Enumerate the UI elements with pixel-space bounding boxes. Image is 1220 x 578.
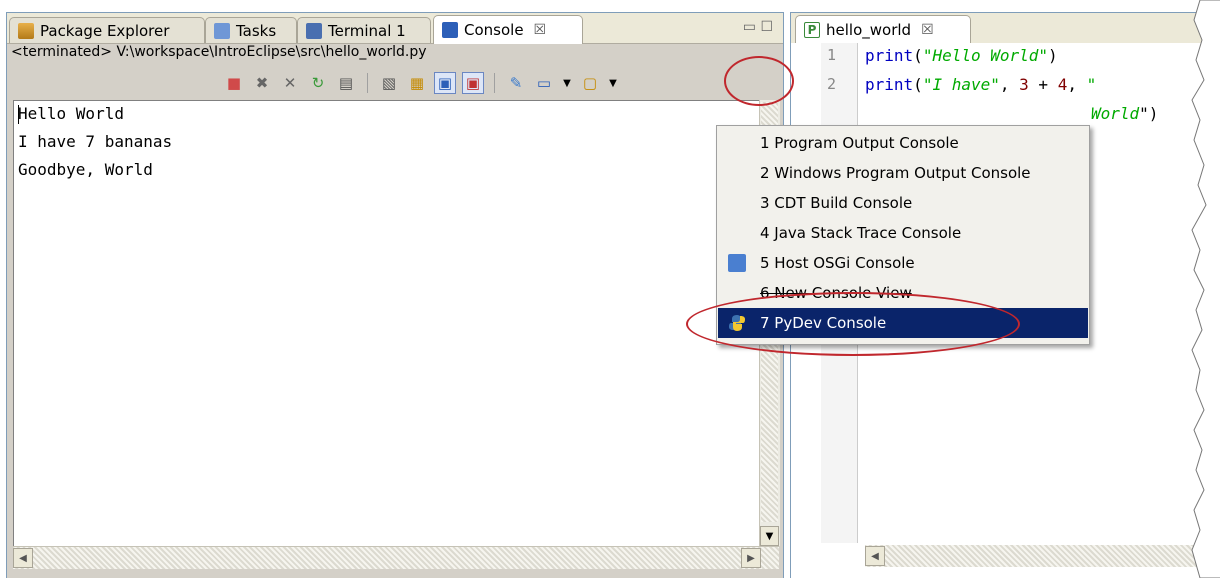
menu-item-label: 2 Windows Program Output Console [760, 164, 1031, 182]
annotation-circle-dropdown [724, 56, 794, 106]
tab-label: Terminal 1 [328, 21, 406, 40]
console-icon [442, 22, 458, 38]
toolbar-separator [494, 73, 495, 93]
scroll-lock-icon[interactable]: ▧ [378, 72, 400, 94]
tab-label: hello_world [826, 21, 912, 39]
horizontal-scrollbar[interactable]: ◀ ▶ [13, 546, 779, 569]
menu-item-program-output-console[interactable]: 1 Program Output Console [718, 128, 1088, 158]
open-console-icon[interactable]: ▢ [579, 72, 601, 94]
menu-item-windows-program-output-console[interactable]: 2 Windows Program Output Console [718, 158, 1088, 188]
console-toolbar: ■ ✖ ✕ ↻ ▤ ▧ ▦ ▣ ▣ ✎ ▭ ▼ ▢ ▼ [223, 70, 619, 96]
dropdown-arrow-icon[interactable]: ▼ [561, 72, 573, 94]
relaunch-icon[interactable]: ↻ [307, 72, 329, 94]
screenshot-frame: Package Explorer Tasks Terminal 1 Consol… [0, 0, 1220, 578]
menu-item-label: 1 Program Output Console [760, 134, 959, 152]
menu-item-label: 4 Java Stack Trace Console [760, 224, 962, 242]
display-console-icon[interactable]: ▭ [533, 72, 555, 94]
package-explorer-icon [18, 22, 34, 39]
remove-all-icon[interactable]: ✕ [279, 72, 301, 94]
line-number: 2 [827, 75, 837, 93]
tab-label: Tasks [236, 21, 277, 40]
tab-tasks[interactable]: Tasks [205, 17, 297, 43]
console-output[interactable]: Hello World I have 7 bananas Goodbye, Wo… [13, 100, 760, 547]
line-number: 1 [827, 46, 837, 64]
close-icon[interactable]: ☒ [921, 22, 934, 38]
console-line: I have 7 bananas [18, 132, 173, 151]
console-line: Goodbye, World [18, 160, 153, 179]
tab-package-explorer[interactable]: Package Explorer [9, 17, 205, 43]
scroll-down-button[interactable]: ▼ [760, 526, 779, 546]
tab-hello-world[interactable]: P hello_world ☒ [795, 15, 971, 44]
open-console-dropdown-icon[interactable]: ▼ [607, 72, 619, 94]
torn-edge-decoration [1191, 0, 1220, 578]
tab-console[interactable]: Console ☒ [433, 15, 583, 44]
code-line: print("I have", 3 + 4, " [865, 75, 1096, 94]
clear-console-icon[interactable]: ▤ [335, 72, 357, 94]
left-tab-bar: Package Explorer Tasks Terminal 1 Consol… [7, 13, 783, 44]
editor-tab-bar: P hello_world ☒ [791, 13, 1220, 44]
console-status-line: <terminated> V:\workspace\IntroEclipse\s… [11, 44, 427, 60]
tab-label: Package Explorer [40, 21, 170, 40]
annotation-circle-pydev [686, 292, 1020, 356]
view-controls[interactable]: ▭ ☐ [743, 19, 773, 35]
menu-item-host-osgi-console[interactable]: 5 Host OSGi Console [718, 248, 1088, 278]
tasks-icon [214, 22, 230, 39]
scroll-left-button[interactable]: ◀ [865, 546, 885, 566]
toolbar-separator [367, 73, 368, 93]
menu-item-cdt-build-console[interactable]: 3 CDT Build Console [718, 188, 1088, 218]
show-on-stderr-icon[interactable]: ▣ [462, 72, 484, 94]
code-text: print("I have", 3 + 4, " [865, 75, 1097, 94]
remove-launch-icon[interactable]: ✖ [251, 72, 273, 94]
pydev-file-icon: P [804, 22, 820, 38]
code-text: World") [1091, 104, 1159, 123]
console-view: Package Explorer Tasks Terminal 1 Consol… [6, 12, 784, 578]
word-wrap-icon[interactable]: ▦ [406, 72, 428, 94]
osgi-console-icon [728, 254, 746, 272]
menu-item-label: 3 CDT Build Console [760, 194, 913, 212]
terminal-icon [306, 22, 322, 39]
terminate-icon[interactable]: ■ [223, 72, 245, 94]
code-line: print("Hello World") [865, 46, 1058, 65]
menu-item-label: 5 Host OSGi Console [760, 254, 915, 272]
scroll-left-button[interactable]: ◀ [13, 548, 33, 568]
code-text: print("Hello World") [865, 46, 1058, 65]
pin-console-icon[interactable]: ✎ [505, 72, 527, 94]
console-line: Hello World [18, 104, 124, 123]
tab-terminal[interactable]: Terminal 1 [297, 17, 431, 43]
menu-item-java-stack-trace-console[interactable]: 4 Java Stack Trace Console [718, 218, 1088, 248]
show-on-stdout-icon[interactable]: ▣ [434, 72, 456, 94]
code-fragment: World") [1091, 104, 1158, 123]
editor-horizontal-scrollbar[interactable]: ◀ [865, 545, 1205, 567]
close-icon[interactable]: ☒ [534, 22, 547, 38]
tab-label: Console [464, 21, 524, 39]
scroll-right-button[interactable]: ▶ [741, 548, 761, 568]
